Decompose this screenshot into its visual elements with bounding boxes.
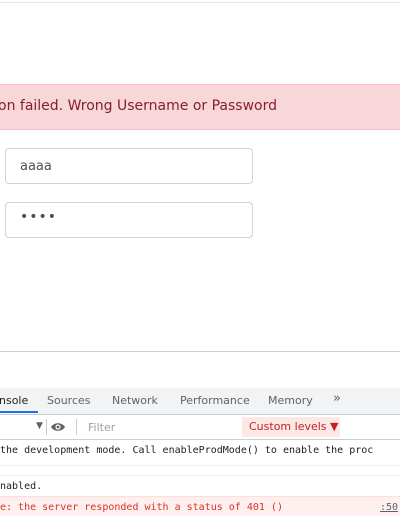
active-tab-underline [0, 411, 38, 413]
top-divider [0, 2, 400, 3]
tab-performance[interactable]: Performance [180, 394, 250, 407]
context-dropdown-icon[interactable]: ▼ [36, 421, 43, 431]
more-tabs-icon[interactable]: » [333, 391, 341, 406]
password-field[interactable]: •••• [5, 202, 253, 238]
password-value: •••• [20, 209, 58, 225]
page: on failed. Wrong Username or Password aa… [0, 0, 400, 516]
eye-icon[interactable] [50, 420, 66, 434]
tab-network[interactable]: Network [112, 394, 158, 407]
console-message: the development mode. Call enableProdMod… [0, 440, 400, 466]
console-message-text: the development mode. Call enableProdMod… [0, 445, 374, 456]
tab-memory[interactable]: Memory [268, 394, 313, 407]
devtools-divider[interactable] [0, 351, 400, 352]
console-message: nabled. [0, 476, 400, 496]
console-toolbar: ▼ Custom levels ▼ [0, 415, 400, 440]
error-alert: on failed. Wrong Username or Password [0, 84, 400, 130]
username-field[interactable]: aaaa [5, 148, 253, 184]
toolbar-separator [46, 419, 47, 435]
log-levels-label: Custom levels ▼ [249, 420, 339, 433]
username-value: aaaa [20, 159, 52, 174]
console-error-message: e: the server responded with a status of… [0, 496, 400, 516]
console-source-link[interactable]: :50 [380, 502, 398, 513]
error-alert-message: on failed. Wrong Username or Password [0, 98, 277, 114]
devtools-tabbar: nsole Sources Network Performance Memory… [0, 388, 400, 415]
console-message-empty [0, 466, 400, 476]
tab-sources[interactable]: Sources [47, 394, 91, 407]
console-filter-input[interactable] [84, 418, 248, 436]
toolbar-separator [76, 419, 77, 435]
tab-console[interactable]: nsole [0, 394, 28, 407]
log-levels-dropdown[interactable]: Custom levels ▼ [242, 417, 340, 437]
console-error-text: e: the server responded with a status of… [0, 502, 283, 513]
console-message-text: nabled. [0, 481, 43, 492]
